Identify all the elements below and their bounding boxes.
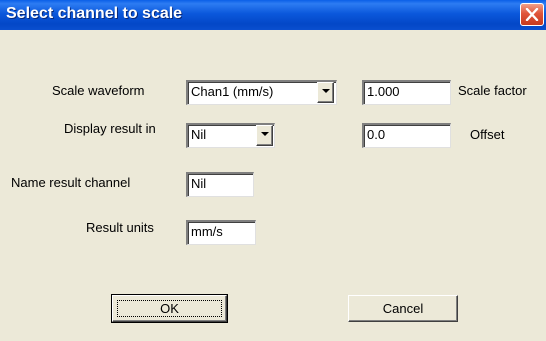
scale-waveform-value: Chan1 (mm/s) [191, 84, 274, 99]
display-result-label: Display result in [64, 121, 156, 136]
display-result-dropdown-button[interactable] [256, 125, 273, 146]
scale-waveform-select[interactable]: Chan1 (mm/s) [186, 80, 337, 105]
scale-waveform-dropdown-button[interactable] [317, 82, 334, 103]
ok-button[interactable]: OK [111, 294, 228, 323]
name-result-value: Nil [191, 176, 207, 191]
title-bar[interactable]: Select channel to scale [0, 0, 546, 30]
window-title: Select channel to scale [6, 5, 183, 22]
scale-waveform-label: Scale waveform [52, 83, 145, 98]
offset-value: 0.0 [367, 127, 386, 142]
close-button[interactable] [520, 3, 544, 26]
chevron-down-icon [322, 89, 330, 93]
scale-factor-value: 1.000 [367, 84, 400, 99]
dialog-body: Scale waveform Chan1 (mm/s) 1.000 Scale … [0, 30, 546, 341]
close-icon [525, 8, 539, 21]
ok-button-label: OK [160, 301, 179, 316]
name-result-label: Name result channel [11, 175, 131, 190]
scale-factor-label: Scale factor [458, 83, 527, 98]
cancel-button[interactable]: Cancel [348, 295, 458, 322]
name-result-input[interactable]: Nil [186, 172, 254, 197]
display-result-value: Nil [191, 127, 207, 142]
offset-label: Offset [470, 127, 505, 142]
result-units-value: mm/s [191, 224, 223, 239]
scale-factor-input[interactable]: 1.000 [362, 80, 451, 105]
chevron-down-icon [261, 132, 269, 136]
result-units-label: Result units [86, 220, 154, 235]
result-units-input[interactable]: mm/s [186, 220, 256, 245]
offset-input[interactable]: 0.0 [362, 123, 451, 148]
cancel-button-label: Cancel [382, 301, 424, 316]
